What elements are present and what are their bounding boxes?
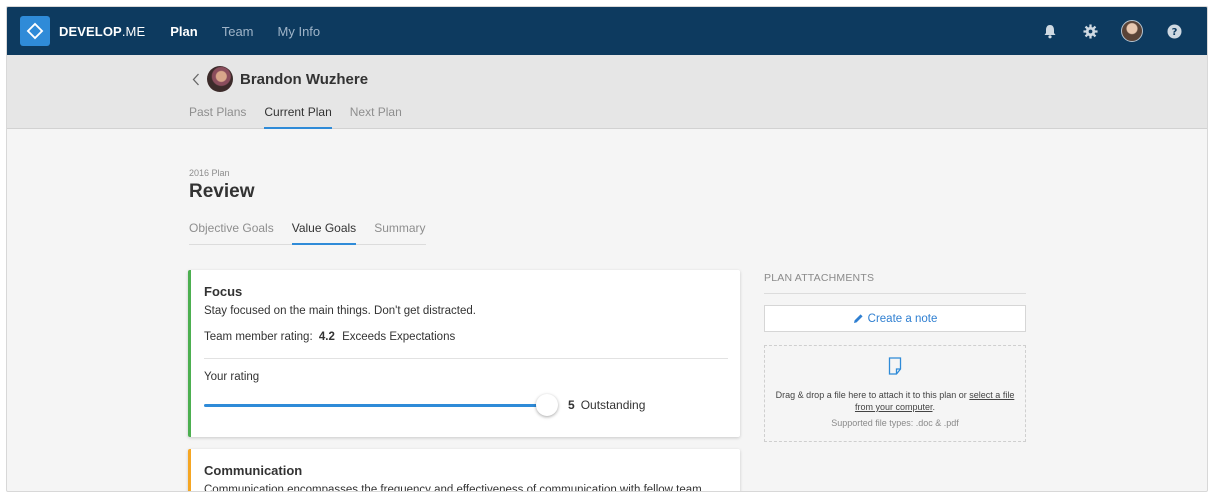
team-member-rating-value: 4.2 (318, 331, 335, 343)
help-icon[interactable]: ? (1165, 22, 1183, 40)
tab-summary[interactable]: Summary (374, 221, 425, 245)
create-note-label: Create a note (867, 312, 938, 325)
drop-instructions: Drag & drop a file here to attach it to … (775, 389, 1015, 413)
gear-icon[interactable] (1081, 22, 1099, 40)
goal-card-communication: Communication Communication encompasses … (188, 449, 740, 492)
person-name: Brandon Wuzhere (240, 70, 369, 88)
top-nav-bar: DEVELOP.ME Plan Team My Info ? (7, 7, 1207, 55)
goal-tabs: Objective Goals Value Goals Summary (189, 221, 426, 245)
team-member-rating-label: Team member rating: (204, 331, 313, 343)
brand-name[interactable]: DEVELOP.ME (59, 24, 145, 39)
brand-bold: DEVELOP (59, 23, 122, 39)
plan-tabs: Past Plans Current Plan Next Plan (189, 105, 420, 129)
file-icon (888, 357, 902, 380)
your-rating-text: Outstanding (580, 398, 646, 412)
file-drop-zone[interactable]: Drag & drop a file here to attach it to … (764, 345, 1026, 442)
team-member-rating-text: Exceeds Expectations (342, 331, 456, 343)
rating-slider-handle[interactable] (536, 394, 558, 416)
goal-accent-bar (188, 270, 191, 437)
chevron-left-icon[interactable] (189, 69, 203, 89)
person-row: Brandon Wuzhere (189, 66, 368, 92)
goal-description: Stay focused on the main things. Don't g… (204, 305, 476, 317)
goal-accent-bar (188, 449, 191, 491)
person-avatar (207, 66, 233, 92)
card-divider (204, 358, 728, 359)
page-title: Review (189, 181, 255, 202)
brand-light: .ME (121, 23, 146, 39)
top-icon-group: ? (1019, 7, 1183, 55)
goal-description: Communication encompasses the frequency … (204, 484, 702, 492)
goal-card-focus: Focus Stay focused on the main things. D… (188, 270, 740, 437)
plan-year-label: 2016 Plan (189, 168, 230, 178)
attachments-title: PLAN ATTACHMENTS (764, 272, 875, 284)
supported-file-types: Supported file types: .doc & .pdf (831, 418, 959, 428)
nav-my-info[interactable]: My Info (278, 24, 321, 39)
your-rating-label: Your rating (204, 371, 260, 383)
nav-plan[interactable]: Plan (170, 24, 197, 39)
app-window: DEVELOP.ME Plan Team My Info ? Brandon W… (6, 6, 1208, 492)
your-rating-value: 5 Outstanding (568, 398, 645, 412)
drop-text: Drag & drop a file here to attach it to … (775, 390, 967, 400)
user-avatar[interactable] (1121, 20, 1143, 42)
pencil-icon (853, 314, 863, 323)
your-rating-number: 5 (568, 398, 575, 412)
logo-icon[interactable] (20, 16, 50, 46)
tab-current-plan[interactable]: Current Plan (264, 105, 332, 129)
plan-header: Brandon Wuzhere Past Plans Current Plan … (7, 55, 1207, 129)
nav-team[interactable]: Team (222, 24, 254, 39)
tab-next-plan[interactable]: Next Plan (350, 105, 402, 129)
attachments-divider (764, 293, 1026, 294)
drop-suffix: . (932, 402, 936, 412)
goal-title: Communication (204, 463, 303, 478)
rating-slider-track[interactable] (204, 404, 548, 407)
svg-text:?: ? (1171, 27, 1177, 38)
tab-objective-goals[interactable]: Objective Goals (189, 221, 274, 245)
tab-value-goals[interactable]: Value Goals (291, 221, 357, 245)
tab-past-plans[interactable]: Past Plans (189, 105, 246, 129)
team-member-rating: Team member rating: 4.2 Exceeds Expectat… (204, 331, 455, 343)
bell-icon[interactable] (1041, 22, 1059, 40)
create-note-button[interactable]: Create a note (764, 305, 1026, 332)
goal-title: Focus (204, 284, 243, 299)
